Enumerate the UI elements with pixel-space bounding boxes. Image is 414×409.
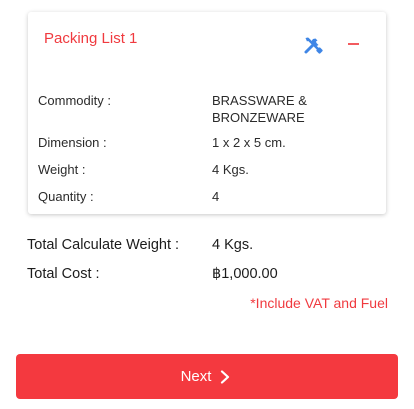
dimension-value: 1 x 2 x 5 cm. bbox=[212, 135, 286, 150]
vat-note: *Include VAT and Fuel bbox=[250, 295, 388, 311]
edit-packing-button[interactable] bbox=[302, 34, 324, 56]
packing-list-title: Packing List 1 bbox=[44, 30, 138, 47]
total-cost-label: Total Cost : bbox=[27, 266, 100, 282]
minus-icon bbox=[347, 43, 359, 45]
commodity-label: Commodity : bbox=[38, 93, 111, 108]
quantity-value: 4 bbox=[212, 189, 220, 204]
commodity-value: BRASSWARE & BRONZEWARE bbox=[212, 93, 307, 125]
next-button[interactable]: Next bbox=[16, 354, 398, 399]
quantity-label: Quantity : bbox=[38, 189, 94, 204]
total-weight-value: 4 Kgs. bbox=[212, 237, 254, 253]
weight-value: 4 Kgs. bbox=[212, 162, 249, 177]
weight-label: Weight : bbox=[38, 162, 86, 177]
total-weight-label: Total Calculate Weight : bbox=[27, 237, 180, 253]
packing-list-card: Packing List 1 Commodity : BRASSWARE & B… bbox=[28, 12, 386, 214]
next-button-label: Next bbox=[180, 368, 212, 385]
chevron-right-icon bbox=[219, 369, 233, 384]
dimension-label: Dimension : bbox=[38, 135, 107, 150]
remove-packing-button[interactable] bbox=[344, 33, 362, 55]
tools-icon bbox=[303, 35, 323, 55]
total-cost-value: ฿1,000.00 bbox=[212, 266, 278, 282]
